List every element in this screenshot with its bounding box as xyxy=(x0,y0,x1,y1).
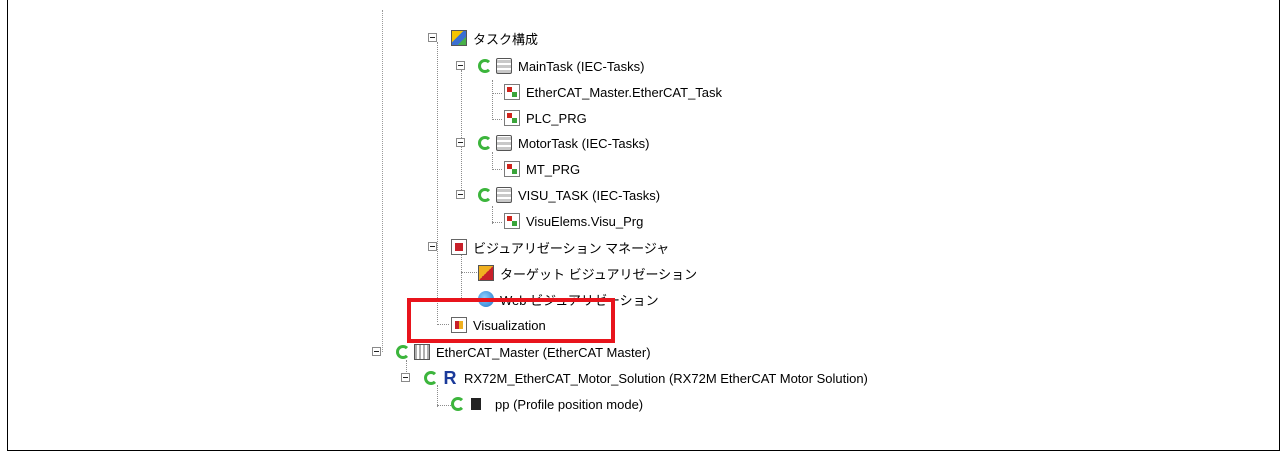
tree-item-ethercat-task[interactable]: EtherCAT_Master.EtherCAT_Task xyxy=(504,81,722,103)
collapse-toggle[interactable] xyxy=(456,61,465,70)
profile-mode-icon xyxy=(471,398,481,410)
tree-item-label: EtherCAT_Master (EtherCAT Master) xyxy=(436,344,651,360)
task-config-icon xyxy=(451,30,467,46)
program-icon xyxy=(504,84,520,100)
refresh-icon xyxy=(451,397,465,411)
task-stack-icon xyxy=(496,187,512,203)
tree-item-label: pp (Profile position mode) xyxy=(495,396,644,412)
tree-item-label: タスク構成 xyxy=(473,31,539,47)
ethercat-master-icon xyxy=(414,344,430,360)
tree-item-plc-prg[interactable]: PLC_PRG xyxy=(504,107,587,129)
tree-item-visu-prg[interactable]: VisuElems.Visu_Prg xyxy=(504,210,643,232)
collapse-toggle[interactable] xyxy=(372,347,381,356)
tree-item-task-config[interactable]: タスク構成 xyxy=(451,27,538,49)
tree-connector xyxy=(461,272,477,273)
refresh-icon xyxy=(478,136,492,150)
refresh-icon xyxy=(424,371,438,385)
tree-item-label: EtherCAT_Master.EtherCAT_Task xyxy=(526,84,723,100)
collapse-toggle[interactable] xyxy=(456,138,465,147)
refresh-icon xyxy=(478,59,492,73)
tree-connector xyxy=(461,254,462,302)
highlight-box xyxy=(407,298,615,343)
tree-item-mt-prg[interactable]: MT_PRG xyxy=(504,158,580,180)
tree-item-visu-task[interactable]: VISU_TASK (IEC-Tasks) xyxy=(478,184,660,206)
collapse-toggle[interactable] xyxy=(428,242,437,251)
refresh-icon xyxy=(396,345,410,359)
program-icon xyxy=(504,110,520,126)
collapse-toggle[interactable] xyxy=(428,33,437,42)
tree-item-label: PLC_PRG xyxy=(526,110,587,126)
tree-connector xyxy=(492,222,502,223)
tree-item-motor-task[interactable]: MotorTask (IEC-Tasks) xyxy=(478,132,649,154)
target-visualization-icon xyxy=(478,265,494,281)
tree-connector xyxy=(492,80,493,120)
tree-item-ethercat-master[interactable]: EtherCAT_Master (EtherCAT Master) xyxy=(396,341,651,363)
visualization-manager-icon xyxy=(451,239,467,255)
tree-item-rx72m[interactable]: R RX72M_EtherCAT_Motor_Solution (RX72M E… xyxy=(424,367,868,389)
program-icon xyxy=(504,161,520,177)
tree-connector xyxy=(492,152,493,170)
collapse-toggle[interactable] xyxy=(456,190,465,199)
tree-connector xyxy=(492,119,502,120)
tree-connector xyxy=(437,42,438,322)
tree-guide-line xyxy=(382,10,383,352)
program-icon xyxy=(504,213,520,229)
tree-item-pp[interactable]: pp (Profile position mode) xyxy=(451,393,643,415)
tree-item-label: MainTask (IEC-Tasks) xyxy=(518,58,645,74)
tree-connector xyxy=(437,405,451,406)
tree-connector xyxy=(461,70,462,198)
tree-connector xyxy=(492,169,502,170)
tree-item-label: MT_PRG xyxy=(526,161,581,177)
task-stack-icon xyxy=(496,58,512,74)
tree-item-label: VisuElems.Visu_Prg xyxy=(526,213,644,229)
task-stack-icon xyxy=(496,135,512,151)
collapse-toggle[interactable] xyxy=(401,373,410,382)
tree-item-label: RX72M_EtherCAT_Motor_Solution (RX72M Eth… xyxy=(464,370,868,386)
refresh-icon xyxy=(478,188,492,202)
tree-item-label: MotorTask (IEC-Tasks) xyxy=(518,135,650,151)
tree-item-visu-manager[interactable]: ビジュアリゼーション マネージャ xyxy=(451,236,669,258)
tree-item-label: ターゲット ビジュアリゼーション xyxy=(500,266,698,282)
r-logo-icon: R xyxy=(443,368,457,388)
tree-item-label: VISU_TASK (IEC-Tasks) xyxy=(518,187,661,203)
tree-item-main-task[interactable]: MainTask (IEC-Tasks) xyxy=(478,55,644,77)
tree-item-target-visu[interactable]: ターゲット ビジュアリゼーション xyxy=(478,262,697,284)
tree-connector xyxy=(492,93,502,94)
tree-item-label: ビジュアリゼーション マネージャ xyxy=(473,240,670,256)
